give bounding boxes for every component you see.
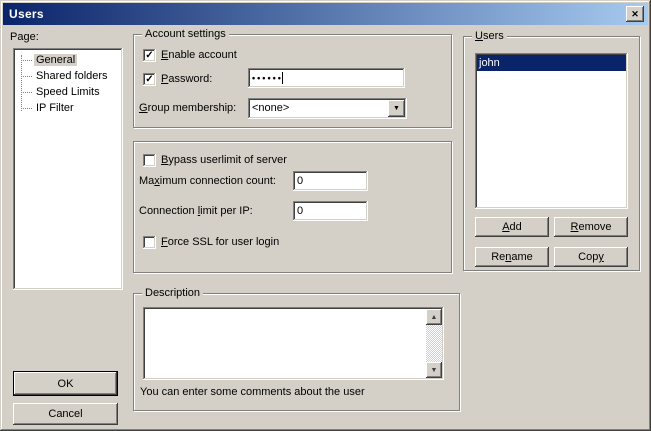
connection-limit-ip-label: Connection limit per IP: xyxy=(139,205,253,218)
users-group: Users john Add Remove Rename Copy xyxy=(463,36,640,271)
bypass-userlimit-label[interactable]: Bypass userlimit of server xyxy=(161,154,287,167)
page-item-shared-folders[interactable]: Shared folders xyxy=(13,68,123,84)
scrollbar-track[interactable] xyxy=(426,325,442,362)
page-tree[interactable]: General Shared folders Speed Limits IP F… xyxy=(13,48,123,290)
page-label: Page: xyxy=(10,31,39,44)
password-checkbox[interactable]: ✓ xyxy=(143,73,156,86)
password-label[interactable]: Password: xyxy=(161,73,212,86)
group-membership-value: <none> xyxy=(252,101,289,115)
ok-button[interactable]: OK xyxy=(13,371,118,396)
group-membership-select[interactable]: <none> ▼ xyxy=(248,98,407,119)
max-connection-label: Maximum connection count: xyxy=(139,175,276,188)
remove-button[interactable]: Remove xyxy=(554,217,628,237)
connection-limit-ip-input[interactable]: 0 xyxy=(293,201,368,221)
description-title: Description xyxy=(142,287,203,300)
description-textarea[interactable]: ▲ ▼ xyxy=(143,307,444,380)
copy-button[interactable]: Copy xyxy=(554,247,628,267)
description-scrollbar[interactable]: ▲ ▼ xyxy=(426,309,442,378)
force-ssl-label[interactable]: Force SSL for user login xyxy=(161,236,279,249)
max-connection-input[interactable]: 0 xyxy=(293,171,368,191)
users-listbox[interactable]: john xyxy=(475,53,628,209)
users-dialog: Users ✕ Page: General Shared folders Spe… xyxy=(0,0,651,431)
description-group: Description ▲ ▼ You can enter some comme… xyxy=(133,293,460,411)
group-membership-label: Group membership: xyxy=(139,102,236,115)
page-item-general[interactable]: General xyxy=(13,52,123,68)
enable-account-checkbox[interactable]: ✓ xyxy=(143,49,156,62)
cancel-button[interactable]: Cancel xyxy=(13,403,118,425)
close-icon: ✕ xyxy=(631,9,639,20)
user-list-item[interactable]: john xyxy=(477,55,626,71)
limits-group: Bypass userlimit of server Maximum conne… xyxy=(133,141,452,273)
bypass-userlimit-checkbox[interactable] xyxy=(143,154,156,167)
users-group-title: Users xyxy=(472,30,507,43)
window-title: Users xyxy=(9,7,44,21)
force-ssl-checkbox[interactable] xyxy=(143,236,156,249)
text-caret xyxy=(282,72,283,84)
scroll-down-icon[interactable]: ▼ xyxy=(426,362,442,378)
scroll-up-icon[interactable]: ▲ xyxy=(426,309,442,325)
add-button[interactable]: Add xyxy=(475,217,549,237)
password-input[interactable]: •••••• xyxy=(248,68,405,88)
description-hint: You can enter some comments about the us… xyxy=(140,386,365,399)
account-settings-title: Account settings xyxy=(142,28,229,41)
chevron-down-icon[interactable]: ▼ xyxy=(388,100,405,117)
title-bar[interactable]: Users ✕ xyxy=(3,3,648,25)
rename-button[interactable]: Rename xyxy=(475,247,549,267)
close-button[interactable]: ✕ xyxy=(626,6,644,22)
page-item-speed-limits[interactable]: Speed Limits xyxy=(13,84,123,100)
account-settings-group: Account settings ✓ Enable account ✓ Pass… xyxy=(133,34,452,128)
enable-account-label[interactable]: Enable account xyxy=(161,49,237,62)
page-item-ip-filter[interactable]: IP Filter xyxy=(13,100,123,116)
